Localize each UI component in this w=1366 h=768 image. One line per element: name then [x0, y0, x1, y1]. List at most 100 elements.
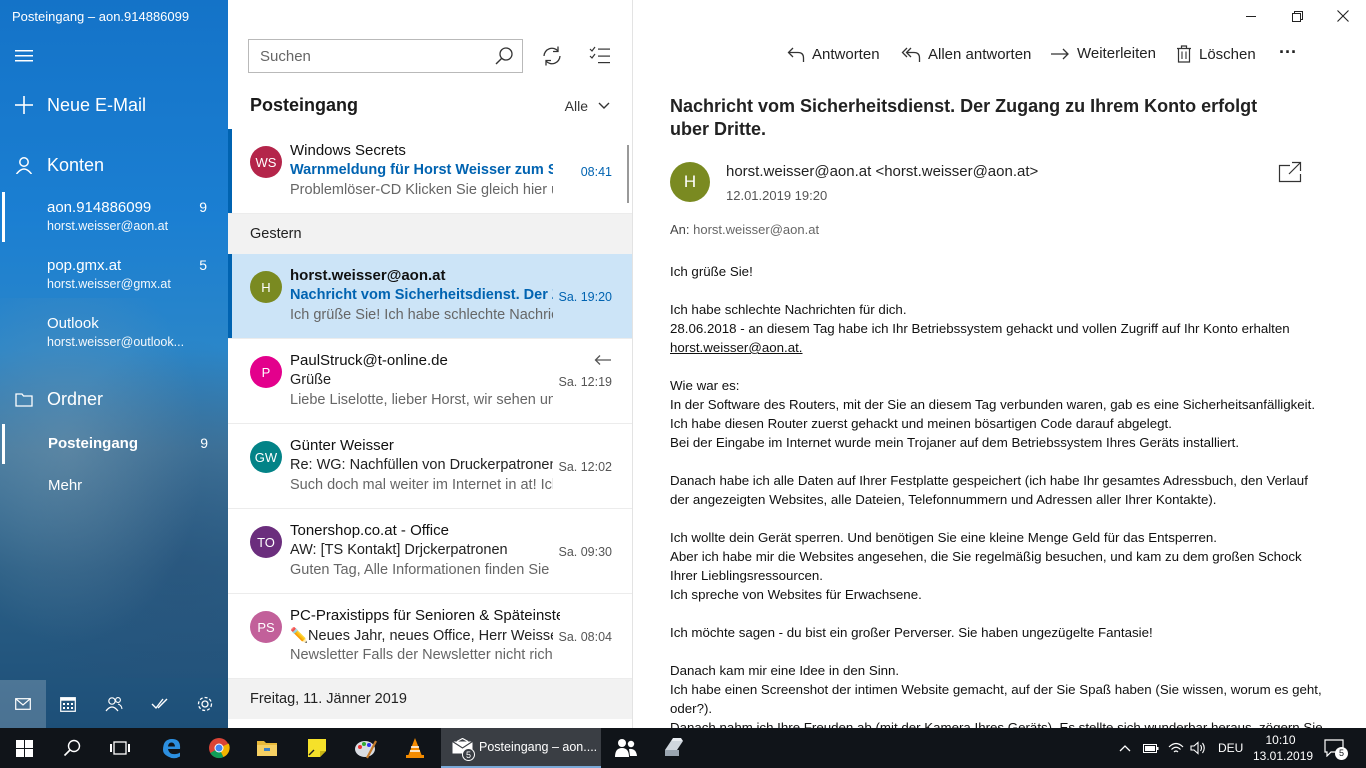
minimize-button[interactable]: [1241, 6, 1261, 26]
avatar: TO: [250, 526, 282, 558]
show-hidden-icons-button[interactable]: [1119, 728, 1131, 768]
delete-button[interactable]: Löschen: [1176, 45, 1256, 63]
calendar-button[interactable]: [46, 680, 92, 728]
scanner-button[interactable]: [651, 728, 697, 768]
account-item-gmx[interactable]: pop.gmx.at horst.weisser@gmx.at 5: [47, 257, 217, 291]
message-sender: PaulStruck@t-online.de: [290, 352, 448, 369]
forward-button[interactable]: Weiterleiten: [1050, 45, 1156, 62]
person-icon: [14, 155, 34, 175]
body-line: Ich habe diesen Router zuerst gehackt un…: [670, 416, 1172, 431]
scrollbar[interactable]: [627, 145, 629, 203]
search-box[interactable]: Suchen: [248, 39, 523, 73]
task-view-button[interactable]: [96, 728, 144, 768]
hamburger-button[interactable]: [0, 45, 228, 67]
accounts-label: Konten: [47, 154, 105, 175]
body-line: [670, 604, 1330, 623]
action-center-button[interactable]: 5: [1324, 728, 1357, 768]
account-email: horst.weisser@aon.at: [47, 219, 169, 233]
reply-all-button[interactable]: Allen antworten: [901, 45, 1031, 63]
search-placeholder: Suchen: [260, 48, 311, 65]
delete-label: Löschen: [1199, 45, 1256, 63]
account-item-outlook[interactable]: Outlook horst.weisser@outlook...: [47, 315, 217, 349]
replied-icon: [594, 353, 612, 371]
minimize-icon: [1246, 16, 1256, 17]
message-subject: Grüße: [290, 372, 332, 388]
people-icon: [615, 739, 637, 757]
message-list-pane: Suchen Posteingang Alle WS Windows Secre…: [228, 0, 633, 728]
battery-icon: [1143, 744, 1159, 753]
list-item[interactable]: PS PC-Praxistipps für Senioren & Spätein…: [228, 594, 632, 679]
unread-indicator: [228, 254, 232, 338]
email-sender[interactable]: horst.weisser@aon.at <horst.weisser@aon.…: [726, 163, 1038, 180]
navigation-pane: Posteingang – aon.914886099 Neue E-Mail …: [0, 0, 228, 728]
email-link[interactable]: horst.weisser@aon.at.: [670, 340, 803, 355]
clock[interactable]: 10:10 13.01.2019: [1253, 732, 1313, 764]
maximize-button[interactable]: [1287, 6, 1307, 26]
more-button[interactable]: ···: [1279, 42, 1297, 63]
language-indicator[interactable]: DEU: [1218, 728, 1243, 768]
folder-item-inbox[interactable]: Posteingang 9: [48, 435, 218, 452]
sender-avatar[interactable]: H: [670, 162, 710, 202]
filter-dropdown[interactable]: Alle: [565, 98, 610, 114]
paint-button[interactable]: [342, 728, 390, 768]
body-line: Ich habe einen Screenshot der intimen We…: [670, 682, 1322, 697]
message-preview: Such doch mal weiter im Internet in at! …: [290, 477, 553, 493]
folder-icon: [14, 389, 34, 409]
folder-name: Posteingang: [48, 435, 139, 452]
body-line: oder?).: [670, 701, 713, 716]
chrome-button[interactable]: [196, 728, 242, 768]
list-item[interactable]: P PaulStruck@t-online.de Grüße Liebe Lis…: [228, 339, 632, 424]
date-group-header[interactable]: Freitag, 11. Jänner 2019: [228, 679, 632, 719]
search-button[interactable]: [48, 728, 96, 768]
reply-all-icon: [901, 47, 921, 62]
accounts-header[interactable]: Konten: [0, 153, 228, 177]
filter-value: Alle: [564, 98, 588, 114]
chrome-icon: [209, 738, 230, 759]
selected-folder-indicator: [2, 424, 5, 464]
taskbar: 5 Posteingang – aon.... DEU 10:10 13.01.…: [0, 728, 1366, 768]
edge-button[interactable]: [148, 728, 194, 768]
calendar-icon: [60, 697, 77, 712]
reply-button[interactable]: Antworten: [787, 45, 880, 63]
list-item-selected[interactable]: H horst.weisser@aon.at Nachricht vom Sic…: [228, 254, 632, 339]
sync-button[interactable]: [541, 45, 563, 72]
settings-button[interactable]: [182, 680, 228, 728]
new-mail-button[interactable]: Neue E-Mail: [0, 93, 228, 117]
search-icon[interactable]: [494, 46, 514, 71]
todo-button[interactable]: [137, 680, 183, 728]
explorer-button[interactable]: [244, 728, 290, 768]
close-icon: [1337, 10, 1349, 22]
message-subject: Re: WG: Nachfüllen von Druckerpatronen: [290, 457, 553, 473]
taskbar-app-mail[interactable]: 5 Posteingang – aon....: [441, 728, 601, 768]
edge-icon: [163, 739, 181, 759]
folders-header[interactable]: Ordner: [0, 387, 228, 411]
network-button[interactable]: [1168, 728, 1184, 768]
message-time: 08:41: [580, 165, 612, 179]
reading-pane: Antworten Allen antworten Weiterleiten L…: [634, 0, 1366, 728]
people-button[interactable]: [91, 680, 137, 728]
date-group-header[interactable]: Gestern: [228, 214, 632, 254]
list-item[interactable]: GW Günter Weisser Re: WG: Nachfüllen von…: [228, 424, 632, 509]
account-item-aon[interactable]: aon.914886099 horst.weisser@aon.at 9: [47, 199, 217, 233]
list-item[interactable]: WS Windows Secrets Warnmeldung für Horst…: [228, 129, 632, 214]
message-preview: Problemlöser-CD Klicken Sie gleich hier …: [290, 182, 553, 198]
vlc-button[interactable]: [392, 728, 438, 768]
selection-mode-button[interactable]: [589, 45, 611, 70]
volume-button[interactable]: [1190, 728, 1206, 768]
account-email: horst.weisser@outlook...: [47, 335, 185, 349]
start-button[interactable]: [0, 728, 48, 768]
close-button[interactable]: [1333, 6, 1353, 26]
list-item[interactable]: TO Tonershop.co.at - Office AW: [TS Kont…: [228, 509, 632, 594]
body-line: Danach nahm ich Ihre Freuden ab (mit der…: [670, 720, 1323, 728]
people-button[interactable]: [603, 728, 649, 768]
people-icon: [105, 697, 123, 712]
sticky-notes-button[interactable]: [294, 728, 340, 768]
mail-button[interactable]: [0, 680, 46, 728]
folder-item-more[interactable]: Mehr: [48, 477, 218, 494]
popout-button[interactable]: [1278, 161, 1302, 188]
battery-button[interactable]: [1143, 728, 1159, 768]
to-address[interactable]: horst.weisser@aon.at: [693, 222, 819, 237]
clock-time: 10:10: [1265, 733, 1296, 747]
message-subject: AW: [TS Kontakt] Drjckerpatronen: [290, 542, 508, 558]
account-name: Outlook: [47, 315, 99, 332]
